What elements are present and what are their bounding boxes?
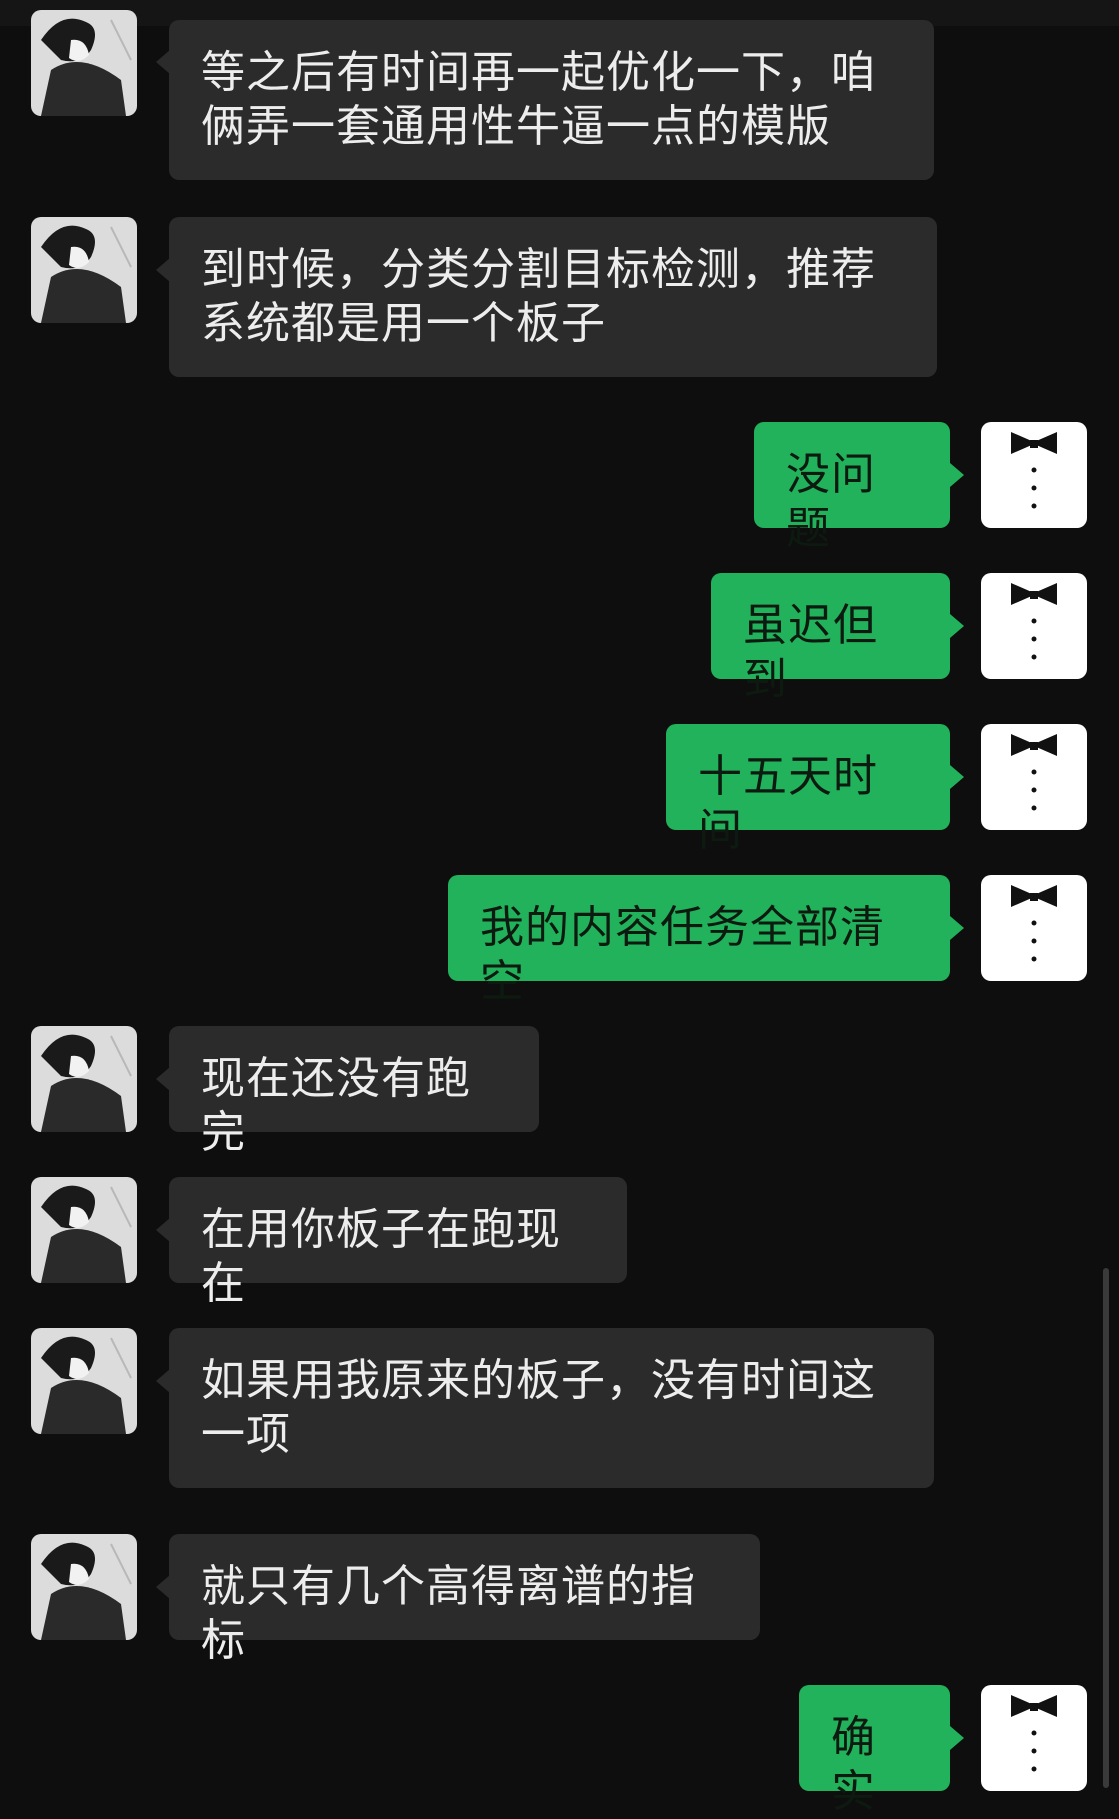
bubble-tail xyxy=(156,1067,170,1091)
self-avatar-icon[interactable] xyxy=(981,724,1087,830)
bubble-tail xyxy=(156,1369,170,1393)
message-bubble[interactable]: 十五天时间 xyxy=(666,724,950,856)
self-avatar-icon[interactable] xyxy=(981,875,1087,981)
bubble-tail xyxy=(156,258,170,282)
message-bubble[interactable]: 到时候，分类分割目标检测，推荐系统都是用一个板子 xyxy=(169,217,937,377)
contact-avatar-icon[interactable] xyxy=(31,1328,137,1434)
message-bubble[interactable]: 在用你板子在跑现在 xyxy=(169,1177,627,1309)
scrollbar[interactable] xyxy=(1103,1268,1109,1788)
bubble-tail xyxy=(950,614,964,638)
bubble-tail xyxy=(156,50,170,74)
contact-avatar-icon[interactable] xyxy=(31,1026,137,1132)
self-avatar-icon[interactable] xyxy=(981,573,1087,679)
bubble-tail xyxy=(156,1575,170,1599)
bubble-tail xyxy=(950,463,964,487)
message-bubble[interactable]: 确实 xyxy=(799,1685,950,1817)
bubble-tail xyxy=(950,1726,964,1750)
message-bubble[interactable]: 我的内容任务全部清空 xyxy=(448,875,950,1007)
contact-avatar-icon[interactable] xyxy=(31,1534,137,1640)
message-bubble[interactable]: 等之后有时间再一起优化一下，咱俩弄一套通用性牛逼一点的模版 xyxy=(169,20,934,180)
message-bubble[interactable]: 就只有几个高得离谱的指标 xyxy=(169,1534,760,1666)
message-bubble[interactable]: 如果用我原来的板子，没有时间这一项 xyxy=(169,1328,934,1488)
bubble-tail xyxy=(156,1218,170,1242)
message-bubble[interactable]: 现在还没有跑完 xyxy=(169,1026,539,1158)
self-avatar-icon[interactable] xyxy=(981,422,1087,528)
message-bubble[interactable]: 没问题 xyxy=(754,422,950,554)
bubble-tail xyxy=(950,765,964,789)
self-avatar-icon[interactable] xyxy=(981,1685,1087,1791)
contact-avatar-icon[interactable] xyxy=(31,10,137,116)
message-bubble[interactable]: 虽迟但到 xyxy=(711,573,950,705)
contact-avatar-icon[interactable] xyxy=(31,1177,137,1283)
contact-avatar-icon[interactable] xyxy=(31,217,137,323)
bubble-tail xyxy=(950,916,964,940)
